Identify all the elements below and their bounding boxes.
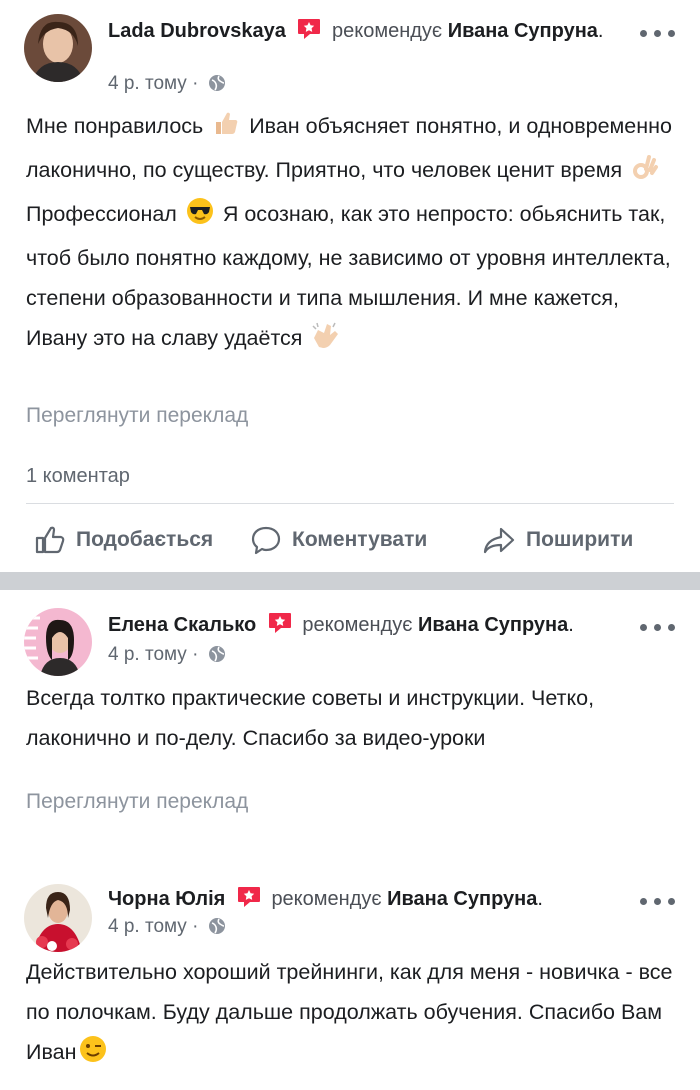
more-icon[interactable]: [640, 616, 676, 636]
sunglasses-emoji-icon: [186, 197, 214, 238]
recommend-star-icon: [297, 18, 321, 48]
recommend-star-icon: [268, 612, 292, 642]
ok-hand-emoji-icon: [631, 153, 659, 194]
comment-label: Коментувати: [292, 528, 428, 551]
author-name[interactable]: Елена Скалько: [108, 614, 256, 636]
recommended-page[interactable]: Ивана Супруна: [418, 614, 568, 636]
feed-separator: [0, 572, 700, 590]
more-icon[interactable]: [640, 22, 676, 42]
share-arrow-icon: [483, 527, 515, 554]
comments-count[interactable]: 1 коментар: [26, 465, 130, 488]
see-translation-link[interactable]: Переглянути переклад: [26, 790, 248, 814]
post-timestamp[interactable]: 4 р. тому ·: [108, 916, 226, 941]
comment-icon: [251, 526, 281, 555]
globe-icon: [208, 917, 226, 941]
clapping-hands-emoji-icon: [311, 321, 341, 362]
post-text-part: Профессионал: [26, 202, 177, 226]
like-button[interactable]: Подобається: [34, 515, 213, 565]
recommend-verb: рекомендує: [331, 20, 443, 42]
more-icon[interactable]: [640, 890, 676, 910]
review-post-2: Елена Скалько рекомендує Ивана Супруна. …: [0, 590, 700, 860]
see-translation-link[interactable]: Переглянути переклад: [26, 404, 248, 428]
post-text-part: Действительно хороший трейнинги, как для…: [26, 960, 673, 1064]
post-header: Чорна Юлія рекомендує Ивана Супруна.: [108, 886, 620, 916]
divider: [26, 503, 674, 504]
time-label: 4 р. тому: [108, 644, 187, 665]
post-timestamp[interactable]: 4 р. тому ·: [108, 644, 226, 669]
post-text: Мне понравилось Иван объясняет понятно, …: [26, 106, 674, 362]
post-header: Елена Скалько рекомендує Ивана Супруна.: [108, 612, 620, 642]
post-header: Lada Dubrovskaya рекомендує Ивана Супрун…: [108, 18, 630, 48]
time-label: 4 р. тому: [108, 916, 187, 937]
recommend-verb: рекомендує: [302, 614, 413, 636]
like-label: Подобається: [76, 528, 214, 551]
time-label: 4 р. тому: [108, 73, 187, 94]
avatar[interactable]: [24, 608, 92, 676]
recommend-star-icon: [237, 886, 261, 916]
author-name[interactable]: Чорна Юлія: [108, 888, 225, 910]
avatar[interactable]: [24, 14, 92, 82]
review-post-3: Чорна Юлія рекомендує Ивана Супруна. 4 р…: [0, 870, 700, 1090]
winking-face-emoji-icon: [79, 1035, 107, 1076]
post-timestamp[interactable]: 4 р. тому ·: [108, 73, 226, 98]
author-name[interactable]: Lada Dubrovskaya: [108, 20, 286, 42]
share-label: Поширити: [526, 528, 634, 551]
recommend-verb: рекомендує: [271, 888, 382, 910]
period: .: [568, 614, 574, 636]
post-text: Всегда толтко практические советы и инст…: [26, 686, 595, 750]
period: .: [537, 888, 543, 910]
share-button[interactable]: Поширити: [482, 515, 633, 565]
post-text: Действительно хороший трейнинги, как для…: [26, 952, 674, 1076]
avatar[interactable]: [24, 884, 92, 952]
post-actions: Подобається Коментувати Поширити: [0, 515, 700, 565]
thumbs-up-icon: [35, 526, 65, 554]
thumbs-up-emoji-icon: [212, 109, 240, 150]
recommended-page[interactable]: Ивана Супруна: [387, 888, 537, 910]
period: .: [597, 20, 604, 42]
review-post-1: Lada Dubrovskaya рекомендує Ивана Супрун…: [0, 0, 700, 572]
post-text-part: Мне понравилось: [26, 114, 204, 138]
comment-button[interactable]: Коментувати: [250, 515, 427, 565]
recommended-page[interactable]: Ивана Супруна: [448, 20, 598, 42]
globe-icon: [208, 74, 226, 98]
globe-icon: [208, 645, 226, 669]
